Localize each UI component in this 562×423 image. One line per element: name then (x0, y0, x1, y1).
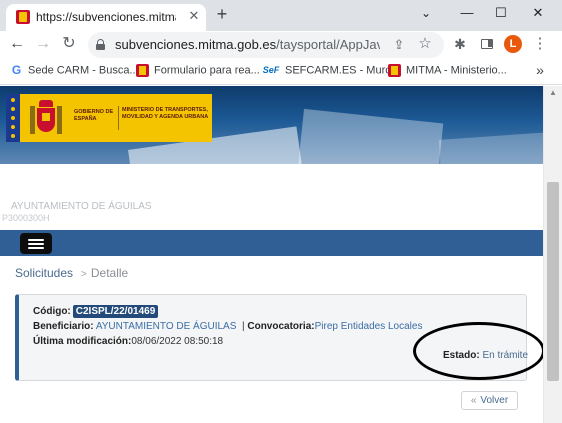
tab-title: https://subvenciones.mitma.gob.es (36, 10, 176, 24)
spain-gov-favicon-icon (16, 10, 30, 24)
breadcrumb-current: Detalle (90, 266, 129, 280)
breadcrumb: Solicitudes > Detalle (15, 266, 128, 280)
reload-icon[interactable]: ↻ (58, 33, 80, 55)
url-text[interactable]: subvenciones.mitma.gob.es/taysportal/App… (115, 37, 380, 52)
bookmarks-bar: G Sede CARM - Busca... Formulario para re… (0, 59, 562, 85)
bookmark-sefcarm[interactable]: SeF SEFCARM.ES - Murc... (262, 64, 400, 80)
more-bookmarks-icon[interactable]: » (532, 62, 548, 80)
browser-tab-strip: https://subvenciones.mitma.gob.es ✕ + ⌄ … (0, 0, 562, 31)
lock-icon[interactable] (96, 39, 105, 50)
side-panel-icon[interactable] (477, 34, 497, 54)
beneficiary-label: Beneficiario: (33, 321, 94, 332)
main-navbar (0, 230, 543, 256)
last-modified-label: Última modificación: (33, 336, 132, 347)
kebab-menu-icon[interactable]: ⋮ (530, 34, 550, 54)
back-arrow-icon[interactable]: ← (6, 33, 28, 55)
code-row: Código: C2ISPL/22/01469 (33, 305, 159, 318)
eu-flag-icon (6, 94, 20, 142)
government-name: GOBIERNO DE ESPAÑA (74, 109, 114, 122)
close-window-button[interactable]: ✕ (526, 2, 550, 24)
screen: https://subvenciones.mitma.gob.es ✕ + ⌄ … (0, 0, 562, 423)
google-icon: G (11, 63, 22, 77)
spain-gov-icon (388, 64, 401, 77)
double-chevron-left-icon: « (470, 395, 477, 406)
sefcarm-icon: SeF (262, 65, 280, 75)
organization-name: AYUNTAMIENTO DE ÁGUILAS (11, 201, 152, 212)
ministry-name: MINISTERIO DE TRANSPORTES, MOVILIDAD Y A… (122, 107, 209, 120)
bookmark-sede-carm[interactable]: G Sede CARM - Busca... (10, 64, 139, 80)
tab-close-icon[interactable]: ✕ (186, 8, 202, 24)
browser-tab[interactable]: https://subvenciones.mitma.gob.es ✕ (6, 4, 206, 31)
hamburger-menu-button[interactable] (20, 233, 52, 254)
page-scrollbar[interactable]: ▲ (543, 86, 562, 423)
organization-nif: P3000300H (2, 213, 50, 223)
annotation-circle (413, 322, 543, 380)
code-label: Código: (33, 306, 71, 317)
beneficiary-row: Beneficiario: AYUNTAMIENTO DE ÁGUILAS | … (33, 321, 422, 332)
breadcrumb-separator: > (81, 269, 87, 280)
back-button[interactable]: «Volver (461, 391, 518, 410)
new-tab-button[interactable]: + (212, 5, 232, 25)
last-modified-row: Última modificación:08/06/2022 08:50:18 (33, 336, 223, 347)
extensions-icon[interactable]: ✱ (450, 34, 470, 54)
call-label: Convocatoria: (247, 321, 315, 332)
address-bar[interactable]: subvenciones.mitma.gob.es/taysportal/App… (88, 32, 444, 58)
profile-avatar[interactable]: L (504, 35, 522, 53)
government-logo[interactable]: GOBIERNO DE ESPAÑA MINISTERIO DE TRANSPO… (20, 94, 212, 142)
web-page: GOBIERNO DE ESPAÑA MINISTERIO DE TRANSPO… (0, 86, 543, 423)
code-badge: C2ISPL/22/01469 (72, 305, 159, 318)
field-divider: | (241, 321, 245, 332)
last-modified-value: 08/06/2022 08:50:18 (131, 336, 224, 347)
back-button-label: Volver (480, 395, 509, 406)
bookmark-formulario[interactable]: Formulario para rea... (136, 64, 260, 80)
bookmark-mitma[interactable]: MITMA - Ministerio... (388, 64, 507, 80)
tab-search-chevron-icon[interactable]: ⌄ (414, 2, 438, 24)
minimize-window-button[interactable]: — (455, 2, 479, 24)
forward-arrow-icon[interactable]: → (32, 33, 54, 55)
beneficiary-value: AYUNTAMIENTO DE ÁGUILAS (95, 321, 237, 332)
coat-of-arms-icon (30, 100, 62, 136)
maximize-window-button[interactable]: ☐ (489, 2, 513, 24)
star-icon[interactable]: ☆ (416, 35, 434, 53)
spain-gov-icon (136, 64, 149, 77)
header-banner: GOBIERNO DE ESPAÑA MINISTERIO DE TRANSPO… (0, 86, 543, 164)
breadcrumb-solicitudes-link[interactable]: Solicitudes (15, 266, 73, 280)
scrollbar-thumb[interactable] (547, 182, 559, 381)
call-value: Pirep Entidades Locales (314, 321, 423, 332)
scroll-up-icon[interactable]: ▲ (548, 88, 558, 98)
browser-toolbar: ← → ↻ subvenciones.mitma.gob.es/taysport… (0, 31, 562, 59)
share-icon[interactable]: ⇪ (390, 36, 408, 54)
